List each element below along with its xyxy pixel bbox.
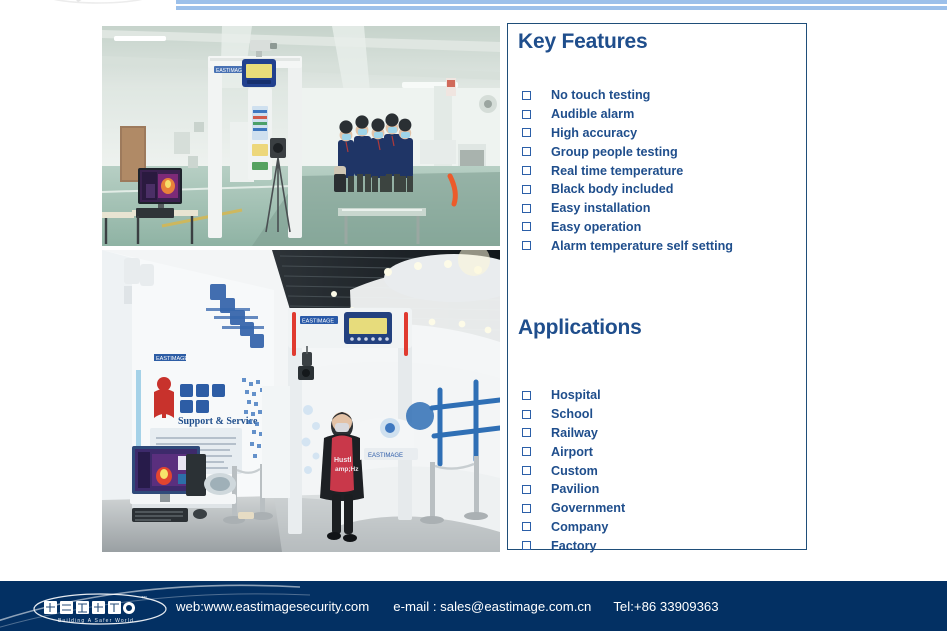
- list-item-label: Real time temperature: [551, 163, 684, 178]
- list-item: Easy operation: [518, 218, 733, 237]
- list-item: Black body included: [518, 180, 733, 199]
- footer-contact-info: web:www.eastimagesecurity.com e-mail : s…: [176, 599, 719, 614]
- list-item: Railway: [518, 424, 625, 443]
- checkbox-icon: [522, 166, 531, 176]
- list-item-label: Airport: [551, 444, 593, 459]
- list-item-label: Pavilion: [551, 482, 600, 497]
- list-item-label: Railway: [551, 425, 598, 440]
- list-item: No touch testing: [518, 86, 733, 105]
- checkbox-icon: [522, 503, 531, 513]
- checkbox-icon: [522, 184, 531, 194]
- list-item-label: High accuracy: [551, 125, 638, 140]
- list-item-label: Easy operation: [551, 219, 642, 234]
- svg-text:Support & Service: Support & Service: [178, 416, 258, 427]
- list-item-label: Black body included: [551, 182, 674, 197]
- photo-walkthrough-detector-factory: EASTIMAGE: [102, 26, 500, 246]
- list-item-label: Easy installation: [551, 201, 651, 216]
- footer-telephone: Tel:+86 33909363: [613, 599, 719, 614]
- svg-text:Hustl: Hustl: [334, 457, 352, 464]
- checkbox-icon: [522, 466, 531, 476]
- svg-text:™: ™: [141, 595, 147, 602]
- list-item: Group people testing: [518, 142, 733, 161]
- list-item-label: Audible alarm: [551, 107, 635, 122]
- svg-text:Building A Safer World: Building A Safer World: [58, 618, 134, 624]
- applications-list: Hospital School Railway Airport Custom P…: [518, 386, 625, 555]
- list-item-label: Group people testing: [551, 144, 678, 159]
- svg-text:EASTIMAGE: EASTIMAGE: [368, 453, 403, 459]
- header-accent-band: [176, 0, 947, 11]
- list-item-label: Custom: [551, 463, 598, 478]
- checkbox-icon: [522, 128, 531, 138]
- footer-email[interactable]: e-mail : sales@eastimage.com.cn: [393, 599, 591, 614]
- svg-text:EASTIMAGE: EASTIMAGE: [302, 319, 334, 325]
- footer-website[interactable]: web:www.eastimagesecurity.com: [176, 599, 369, 614]
- list-item: Real time temperature: [518, 161, 733, 180]
- list-item: School: [518, 405, 625, 424]
- checkbox-icon: [522, 390, 531, 400]
- checkbox-icon: [522, 541, 531, 551]
- checkbox-icon: [522, 447, 531, 457]
- svg-text:EASTIMAGE: EASTIMAGE: [216, 68, 246, 74]
- checkbox-icon: [522, 522, 531, 532]
- checkbox-icon: [522, 90, 531, 100]
- list-item-label: No touch testing: [551, 88, 651, 103]
- list-item-label: Company: [551, 519, 609, 534]
- checkbox-icon: [522, 484, 531, 494]
- applications-heading: Applications: [518, 316, 642, 339]
- list-item: Easy installation: [518, 199, 733, 218]
- checkbox-icon: [522, 409, 531, 419]
- features-applications-panel: Key Features No touch testing Audible al…: [507, 23, 807, 553]
- list-item: Hospital: [518, 386, 625, 405]
- checkbox-icon: [522, 203, 531, 213]
- svg-text:EASTIMAGE: EASTIMAGE: [156, 356, 188, 362]
- list-item: Custom: [518, 461, 625, 480]
- list-item: Audible alarm: [518, 105, 733, 124]
- list-item-label: Hospital: [551, 388, 601, 403]
- checkbox-icon: [522, 222, 531, 232]
- list-item: Government: [518, 499, 625, 518]
- list-item: Factory: [518, 536, 625, 555]
- key-features-list: No touch testing Audible alarm High accu…: [518, 86, 733, 255]
- list-item-label: Alarm temperature self setting: [551, 238, 733, 253]
- key-features-heading: Key Features: [518, 30, 648, 53]
- list-item: Company: [518, 518, 625, 537]
- svg-text:amp;Hz: amp;Hz: [335, 466, 359, 473]
- list-item: Alarm temperature self setting: [518, 236, 733, 255]
- checkbox-icon: [522, 241, 531, 251]
- checkbox-icon: [522, 147, 531, 157]
- list-item: Pavilion: [518, 480, 625, 499]
- checkbox-icon: [522, 109, 531, 119]
- header-watermark-logo-icon: [40, 0, 160, 8]
- list-item-label: Government: [551, 501, 626, 516]
- list-item-label: Factory: [551, 538, 597, 553]
- header-band-bottom: [176, 6, 947, 10]
- photo-walkthrough-detector-showroom: EASTIMAGE Support & Service EASTIMAGE Hu…: [102, 250, 500, 552]
- list-item-label: School: [551, 407, 593, 422]
- checkbox-icon: [522, 428, 531, 438]
- list-item: Airport: [518, 442, 625, 461]
- footer-company-logo: ™ Building A Safer World: [28, 592, 172, 626]
- list-item: High accuracy: [518, 124, 733, 143]
